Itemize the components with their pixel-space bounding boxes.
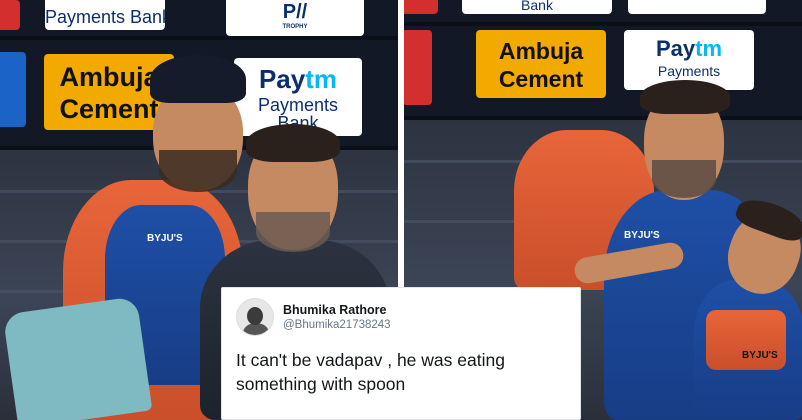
paytm-payments-bank-ad: Payments Bank [45,0,165,30]
ad-text: Payments Bank [45,7,165,27]
display-name[interactable]: Bhumika Rathore [283,303,391,317]
ambuja-cement-ad: Ambuja Cement [476,30,606,98]
ad-text: Cement [498,66,584,92]
ad-text: TROPHY [282,24,308,30]
blue-ad-board [0,52,26,127]
red-ad-board [404,0,438,14]
paytm-trophy-ad: P// TROPHY [226,0,364,36]
seat-cushion [2,296,153,420]
ad-text: Payments [657,63,721,79]
ad-text: P// [282,1,308,23]
paytm-ad-top [628,0,766,14]
tweet-text: It can't be vadapav , he was eating some… [236,350,505,394]
ad-text: Bank [521,0,553,13]
jersey-logo: BYJU'S [147,233,183,244]
paytm-logo: Paytm [655,36,723,61]
avatar[interactable] [236,298,274,336]
paytm-bank-ad: Bank [462,0,612,14]
player-tilted-head: BYJU'S [694,192,802,420]
ad-text: Ambuja [498,38,584,64]
user-handle[interactable]: @Bhumika21738243 [283,319,391,331]
tweet-author: Bhumika Rathore @Bhumika21738243 [283,303,391,331]
tweet-card[interactable]: Bhumika Rathore @Bhumika21738243 It can'… [221,287,581,420]
red-ad-board [0,0,20,30]
jersey-logo: BYJU'S [742,350,778,361]
cap [150,55,246,103]
red-ad-board [404,30,432,105]
tweet-header: Bhumika Rathore @Bhumika21738243 [236,298,566,336]
jersey-logo: BYJU'S [624,230,660,241]
